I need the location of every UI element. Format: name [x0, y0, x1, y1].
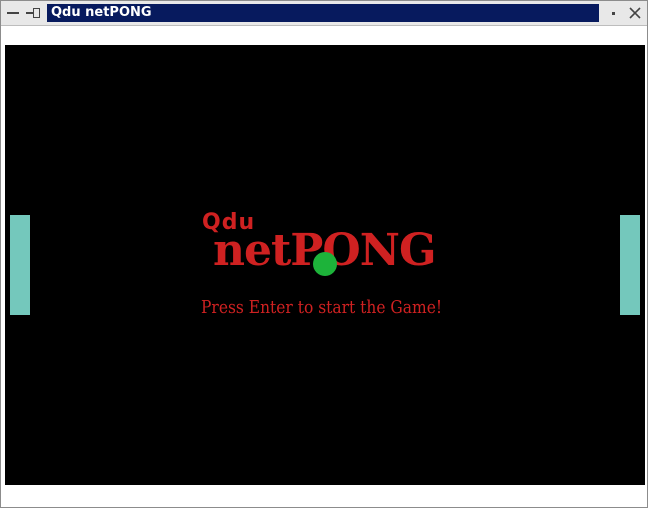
minus-icon — [7, 12, 19, 14]
title-bar-left-controls — [5, 5, 41, 21]
close-icon — [629, 7, 641, 19]
pin-icon — [26, 7, 40, 19]
bottom-bar — [1, 487, 647, 507]
game-canvas[interactable]: Qdu netPONG Press Enter to start the Gam… — [5, 45, 645, 485]
ball — [313, 252, 337, 276]
title-bar-right-controls — [605, 5, 643, 21]
pin-button[interactable] — [25, 5, 41, 21]
app-window: Qdu netPONG Qdu netPONG Press Enter to s… — [0, 0, 648, 508]
window-menu-button[interactable] — [5, 5, 21, 21]
window-title: Qdu netPONG — [47, 4, 599, 22]
menu-bar-area — [1, 26, 647, 44]
title-bar[interactable]: Qdu netPONG — [1, 1, 647, 26]
right-paddle — [620, 215, 640, 315]
close-button[interactable] — [627, 5, 643, 21]
left-paddle — [10, 215, 30, 315]
start-prompt: Press Enter to start the Game! — [201, 297, 443, 318]
dot-icon — [611, 11, 615, 15]
minimize-button[interactable] — [605, 5, 621, 21]
